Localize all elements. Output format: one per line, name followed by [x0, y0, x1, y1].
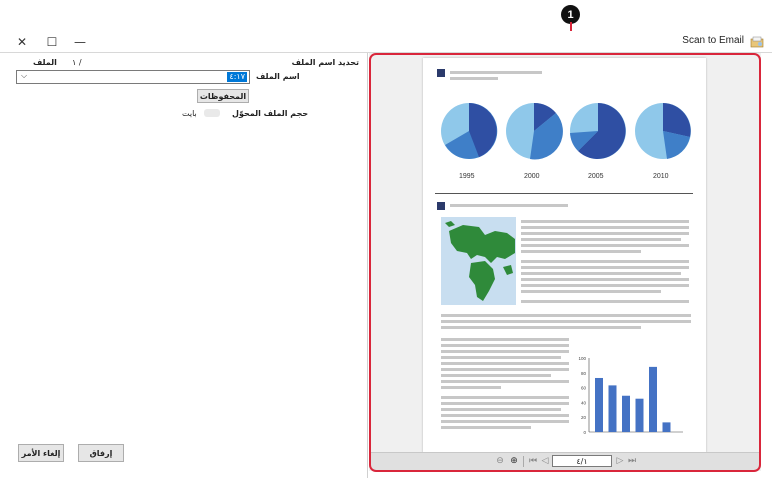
app-icon: [750, 36, 764, 48]
minimize-icon[interactable]: —: [66, 31, 94, 53]
window-title: Scan to Email: [682, 35, 744, 46]
file-size-unit: بايت: [182, 109, 197, 118]
cancel-button[interactable]: إلغاء الأمر: [18, 444, 64, 462]
file-name-label: اسم الملف: [256, 72, 300, 81]
highlight-frame: [369, 53, 761, 472]
title-bar: ✕ ☐ — Scan to Email: [0, 31, 772, 53]
attach-button[interactable]: إرفاق: [78, 444, 124, 462]
file-name-value: ٤:١٧: [227, 72, 247, 82]
maximize-icon[interactable]: ☐: [38, 31, 66, 53]
file-size-label: حجم الملف المحوّل: [232, 109, 309, 118]
file-naming-label: تحديد اسم الملف: [291, 58, 359, 67]
chevron-down-icon[interactable]: ⌵: [21, 71, 27, 81]
file-name-combobox[interactable]: ⌵ ٤:١٧: [16, 70, 250, 84]
file-label: الملف: [33, 58, 57, 67]
file-size-value: [204, 109, 220, 117]
stored-names-button[interactable]: المحفوظات: [197, 89, 249, 103]
close-icon[interactable]: ✕: [8, 31, 36, 53]
page-counter: ١ /: [72, 58, 82, 67]
settings-panel: تحديد اسم الملف ١ / الملف اسم الملف ⌵ ٤:…: [0, 53, 368, 478]
